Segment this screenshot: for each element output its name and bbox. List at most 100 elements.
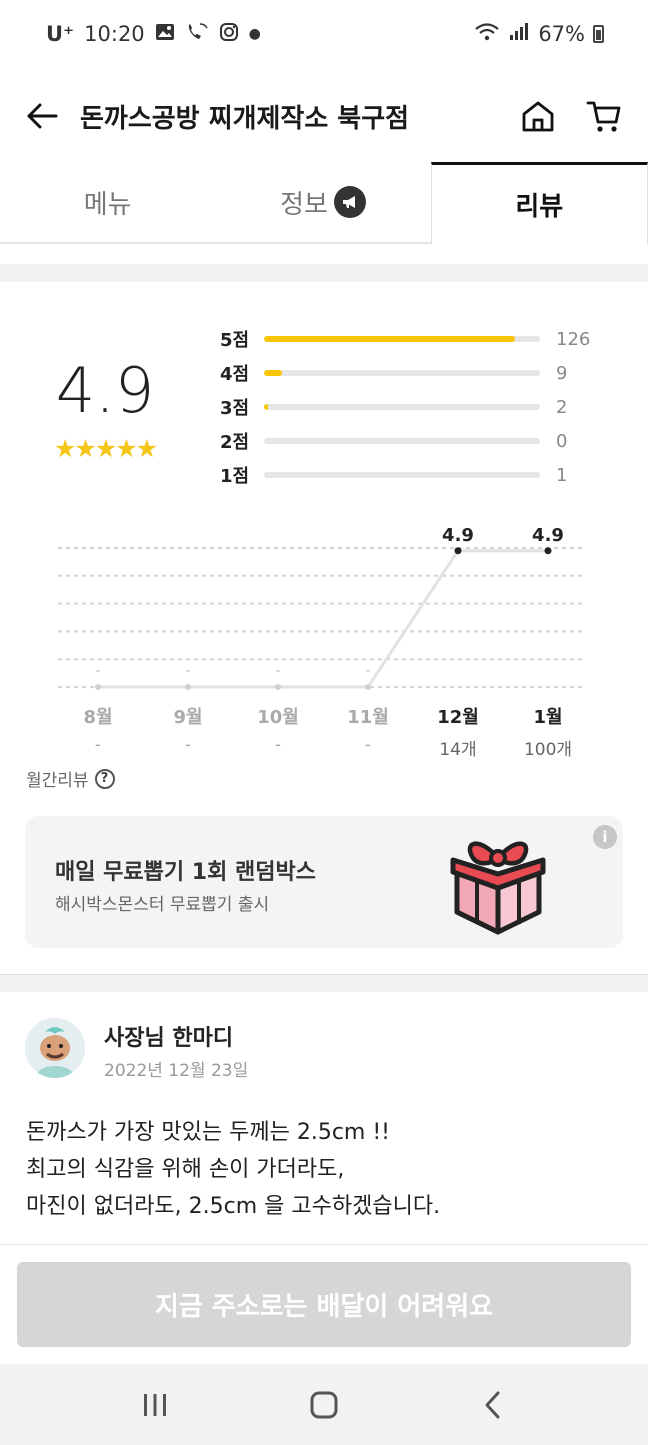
chart-month-column: 8월 - — [53, 703, 143, 755]
tab-menu-label: 메뉴 — [83, 189, 132, 220]
divider — [0, 1244, 648, 1245]
rating-bar — [264, 404, 540, 410]
rating-row-label: 1점 — [220, 466, 250, 487]
monthly-review-label: 월간리뷰 ? — [26, 766, 115, 791]
gift-box-icon — [449, 828, 547, 940]
carrier-label: U⁺ — [46, 22, 75, 46]
average-rating: 4.9 — [55, 354, 155, 427]
chart-point — [95, 684, 101, 690]
chart-month-column: 1월 100개 — [503, 703, 593, 760]
chart-month-column: 12월 14개 — [413, 703, 503, 760]
rating-row-count: 1 — [556, 464, 568, 486]
section-divider-2 — [0, 974, 648, 992]
rating-bar — [264, 438, 540, 444]
chart-month-column: 10월 - — [233, 703, 323, 755]
promo-banner[interactable]: 매일 무료뽑기 1회 랜덤박스 해시박스몬스터 무료뽑기 출시 i — [25, 816, 623, 948]
chart-month-column: 11월 - — [323, 703, 413, 755]
rating-row-count: 9 — [556, 362, 568, 384]
call-wifi-icon — [185, 22, 209, 47]
chart-data-label: - — [275, 663, 280, 679]
owner-date: 2022년 12월 23일 — [104, 1061, 249, 1081]
rating-row: 2점 0 — [220, 428, 600, 454]
chart-tick-label: 12월 — [437, 707, 479, 728]
rating-bar-fill — [264, 336, 516, 342]
owner-message: 돈까스가 가장 맛있는 두께는 2.5cm !! 최고의 식감을 위해 손이 가… — [26, 1114, 628, 1225]
rating-row: 5점 126 — [220, 326, 600, 352]
rating-bar — [264, 336, 540, 342]
order-button-disabled[interactable]: 지금 주소로는 배달이 어려워요 — [17, 1262, 631, 1347]
owner-message-line: 돈까스가 가장 맛있는 두께는 2.5cm !! — [26, 1120, 390, 1145]
chart-month-column: 9월 - — [143, 703, 233, 755]
chart-count-label: - — [364, 735, 372, 755]
chart-data-label: 4.9 — [442, 525, 474, 546]
rating-row: 3점 2 — [220, 394, 600, 420]
system-nav-bar — [0, 1364, 648, 1445]
section-divider — [0, 264, 648, 282]
rating-row: 4점 9 — [220, 360, 600, 386]
chart-data-label: - — [95, 663, 100, 679]
chart-tick-label: 10월 — [257, 707, 299, 728]
page-title: 돈까스공방 찌개제작소 북구점 — [80, 103, 410, 134]
cart-icon[interactable] — [584, 96, 624, 136]
signal-icon — [508, 22, 530, 47]
tab-info-label: 정보 — [280, 189, 328, 220]
chart-tick-label: 8월 — [83, 707, 113, 728]
chart-tick-label: 9월 — [173, 707, 203, 728]
chart-count-label: - — [184, 735, 192, 755]
chart-tick-label: 1월 — [533, 707, 563, 728]
home-nav-icon[interactable] — [294, 1375, 354, 1435]
battery-icon — [593, 25, 604, 43]
order-button-label: 지금 주소로는 배달이 어려워요 — [154, 1292, 494, 1322]
help-icon[interactable]: ? — [94, 768, 115, 789]
clock: 10:20 — [84, 22, 145, 46]
battery-percent: 67% — [538, 22, 585, 46]
home-icon[interactable] — [518, 96, 558, 136]
chart-series-line — [98, 549, 548, 689]
rating-row-label: 5점 — [220, 330, 250, 351]
chart-count-label: - — [274, 735, 282, 755]
back-arrow-icon[interactable] — [24, 98, 60, 134]
chart-count-label: 100개 — [523, 740, 573, 760]
rating-row-count: 0 — [556, 430, 568, 452]
owner-message-line: 최고의 식감을 위해 손이 가더라도, — [26, 1157, 345, 1182]
monthly-review-text: 월간리뷰 — [26, 771, 89, 791]
tab-menu[interactable]: 메뉴 — [0, 162, 215, 242]
rating-bar — [264, 370, 540, 376]
star-rating: ★★★★★ — [53, 434, 158, 463]
rating-summary: 4.9 ★★★★★ — [42, 354, 168, 464]
promo-title: 매일 무료뽑기 1회 랜덤박스 — [55, 860, 316, 885]
rating-bar-fill — [264, 370, 282, 376]
rating-bar-fill — [264, 404, 269, 410]
tab-bar: 메뉴 정보 리뷰 — [0, 162, 648, 244]
wifi-icon — [474, 22, 500, 47]
chart-data-label: - — [185, 663, 190, 679]
rating-row-count: 2 — [556, 396, 568, 418]
chart-count-label: - — [94, 735, 102, 755]
rating-row: 1점 1 — [220, 462, 600, 488]
dot-icon: ● — [248, 26, 261, 42]
rating-row-label: 2점 — [220, 432, 250, 453]
owner-avatar — [25, 1018, 85, 1078]
owner-comment: 사장님 한마디 2022년 12월 23일 돈까스가 가장 맛있는 두께는 2.… — [0, 1002, 648, 1244]
owner-message-line: 마진이 없더라도, 2.5cm 을 고수하겠습니다. — [26, 1194, 441, 1219]
info-icon[interactable]: i — [593, 825, 617, 849]
tab-review-label: 리뷰 — [515, 192, 564, 222]
chart-tick-label: 11월 — [347, 707, 389, 728]
chart-count-label: 14개 — [439, 740, 477, 760]
recents-icon[interactable] — [125, 1375, 185, 1435]
tab-info[interactable]: 정보 — [215, 162, 430, 242]
tab-review[interactable]: 리뷰 — [430, 162, 648, 244]
chart-point — [185, 684, 191, 690]
chart-data-label: - — [365, 663, 370, 679]
chart-data-label: 4.9 — [532, 525, 564, 546]
back-nav-icon[interactable] — [463, 1375, 523, 1435]
chart-point — [454, 547, 462, 555]
owner-name: 사장님 한마디 — [104, 1026, 234, 1051]
rating-row-count: 126 — [556, 328, 591, 350]
gallery-icon — [155, 22, 175, 47]
promo-subtitle: 해시박스몬스터 무료뽑기 출시 — [55, 895, 270, 915]
rating-row-label: 3점 — [220, 398, 250, 419]
app-header: 돈까스공방 찌개제작소 북구점 — [0, 80, 648, 152]
chart-point — [275, 684, 281, 690]
monthly-chart: - - - - 4.9 4.9 8월 - 9월 - 10월 - 11월 - 12월 14개 1월 100개 — [0, 515, 648, 765]
